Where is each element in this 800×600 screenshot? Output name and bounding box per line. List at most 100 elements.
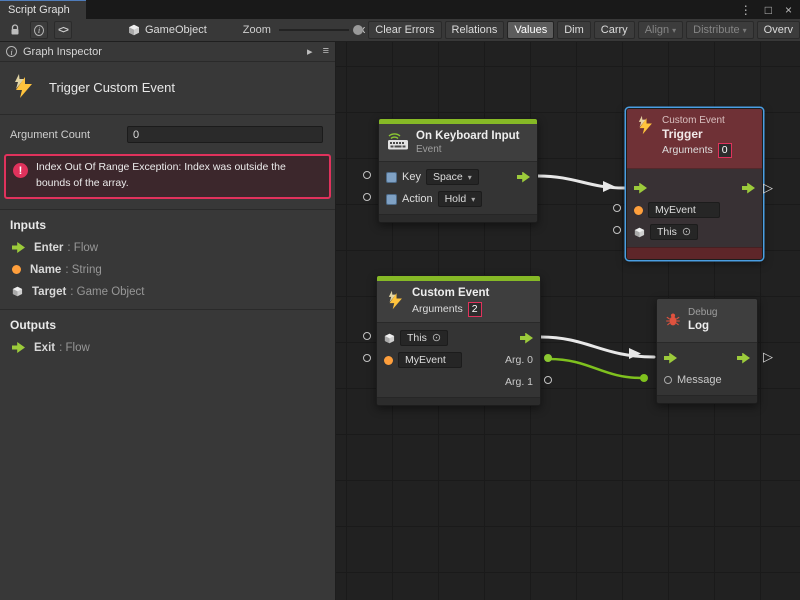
target-object-picker[interactable]: This ⊙ — [650, 224, 698, 240]
port-bubble[interactable] — [363, 171, 371, 179]
flow-output-port[interactable] — [517, 172, 530, 183]
message-label: Message — [677, 374, 722, 386]
zoom-slider-track — [279, 29, 349, 31]
flow-port-icon — [12, 242, 25, 253]
game-object-label: GameObject — [145, 24, 207, 36]
maximize-icon[interactable]: □ — [765, 4, 772, 16]
flow-output-port[interactable] — [737, 353, 750, 364]
game-object-port-icon[interactable] — [384, 333, 395, 344]
zoom-slider-knob[interactable] — [353, 25, 363, 35]
node-footer — [627, 247, 762, 259]
output-pin-icon: ▷ — [763, 350, 773, 363]
output-pin-icon: ▷ — [763, 181, 773, 194]
node-trigger-custom-event[interactable]: Custom Event Trigger Arguments 0 — [626, 108, 763, 260]
info-button[interactable]: i — [30, 21, 48, 39]
flow-input-port[interactable] — [634, 183, 647, 194]
lock-icon[interactable] — [6, 21, 24, 39]
node-on-keyboard-input[interactable]: On Keyboard Input Event Key Space ▾ — [378, 118, 538, 223]
relations-button[interactable]: Relations — [445, 21, 505, 39]
values-button[interactable]: Values — [507, 21, 554, 39]
bug-icon — [665, 311, 681, 330]
action-label: Action — [402, 193, 433, 205]
dropdown-arrow-icon: ▾ — [471, 195, 475, 204]
custom-event-icon — [635, 115, 655, 138]
target-value: This — [657, 226, 677, 238]
string-port-icon[interactable] — [634, 206, 643, 215]
flow-input-port[interactable] — [664, 353, 677, 364]
port-name: Enter — [34, 242, 63, 254]
arg1-label: Arg. 1 — [505, 376, 533, 388]
arguments-error-badge: 0 — [718, 143, 732, 158]
arg0-label: Arg. 0 — [505, 354, 533, 366]
dock-icon[interactable]: ▸ — [307, 45, 313, 58]
string-port-icon — [12, 265, 21, 274]
info-icon: i — [6, 46, 17, 57]
input-port-target: Target : Game Object — [0, 281, 335, 303]
code-view-button[interactable]: <> — [54, 21, 72, 39]
node-debug-log[interactable]: Debug Log Message — [656, 298, 758, 404]
target-object-picker[interactable]: This ⊙ — [400, 330, 448, 346]
dropdown-arrow-icon: ▾ — [672, 26, 676, 35]
graph-toolbar: i <> GameObject Zoom 1x Clear Errors Rel… — [0, 19, 800, 42]
game-object-selector[interactable]: GameObject — [128, 24, 207, 36]
port-name: Name — [30, 264, 61, 276]
event-name-field[interactable]: MyEvent — [398, 352, 462, 368]
close-icon[interactable]: × — [785, 4, 792, 16]
port-bubble[interactable] — [613, 226, 621, 234]
graph-inspector-panel: i Graph Inspector ▸ ≡ Trigger Custom Eve… — [0, 42, 336, 600]
inspected-unit-title: Trigger Custom Event — [0, 62, 335, 115]
event-name-value: MyEvent — [405, 354, 446, 366]
node-title: Trigger — [662, 127, 732, 142]
node-kicker: Debug — [688, 307, 717, 319]
game-object-port-icon[interactable] — [634, 227, 645, 238]
port-bubble[interactable] — [544, 376, 552, 384]
string-port-icon[interactable] — [384, 356, 393, 365]
node-subtitle: Event — [416, 144, 520, 156]
align-label: Align — [645, 24, 669, 36]
port-bubble[interactable] — [613, 204, 621, 212]
overview-button[interactable]: Overv — [757, 21, 800, 39]
argument-count-input[interactable] — [127, 126, 323, 143]
port-bubble-connected[interactable] — [544, 354, 552, 362]
carry-button[interactable]: Carry — [594, 21, 635, 39]
flow-port-icon — [12, 342, 25, 353]
flow-output-port[interactable] — [520, 333, 533, 344]
port-bubble[interactable] — [363, 193, 371, 201]
info-icon: i — [34, 25, 44, 36]
tab-bar: Script Graph ⋮ □ × — [0, 0, 800, 19]
custom-event-icon — [10, 73, 36, 102]
message-port-icon[interactable] — [664, 376, 672, 384]
port-name: Target — [32, 286, 66, 298]
input-port-enter: Enter : Flow — [0, 237, 335, 259]
port-bubble[interactable] — [363, 354, 371, 362]
port-type: : Game Object — [70, 286, 144, 298]
error-message-box: ! Index Out Of Range Exception: Index wa… — [4, 154, 331, 199]
zoom-slider[interactable] — [279, 23, 349, 37]
key-field-icon — [386, 172, 397, 183]
action-dropdown[interactable]: Hold ▾ — [438, 191, 483, 207]
event-name-value: MyEvent — [655, 204, 696, 216]
distribute-button[interactable]: Distribute ▾ — [686, 21, 753, 39]
arguments-label: Arguments — [412, 301, 463, 317]
key-dropdown[interactable]: Space ▾ — [426, 169, 479, 185]
graph-canvas[interactable]: On Keyboard Input Event Key Space ▾ — [336, 42, 800, 600]
flow-output-port[interactable] — [742, 183, 755, 194]
arguments-error-badge: 2 — [468, 302, 482, 317]
input-port-name: Name : String — [0, 259, 335, 281]
node-title: Log — [688, 319, 717, 334]
clear-errors-button[interactable]: Clear Errors — [368, 21, 441, 39]
inspector-title-text: Trigger Custom Event — [49, 80, 175, 95]
argument-count-label: Argument Count — [10, 129, 90, 141]
node-title: Custom Event — [412, 286, 489, 301]
event-name-field[interactable]: MyEvent — [648, 202, 720, 218]
port-bubble[interactable] — [363, 332, 371, 340]
menu-icon[interactable]: ≡ — [323, 45, 329, 58]
object-picker-icon: ⊙ — [432, 333, 441, 343]
node-custom-event[interactable]: Custom Event Arguments 2 This — [376, 275, 541, 406]
action-field-icon — [386, 194, 397, 205]
dim-button[interactable]: Dim — [557, 21, 591, 39]
tab-script-graph[interactable]: Script Graph — [0, 0, 86, 19]
window-controls: ⋮ □ × — [740, 0, 800, 19]
kebab-menu-icon[interactable]: ⋮ — [740, 4, 752, 16]
align-button[interactable]: Align ▾ — [638, 21, 683, 39]
